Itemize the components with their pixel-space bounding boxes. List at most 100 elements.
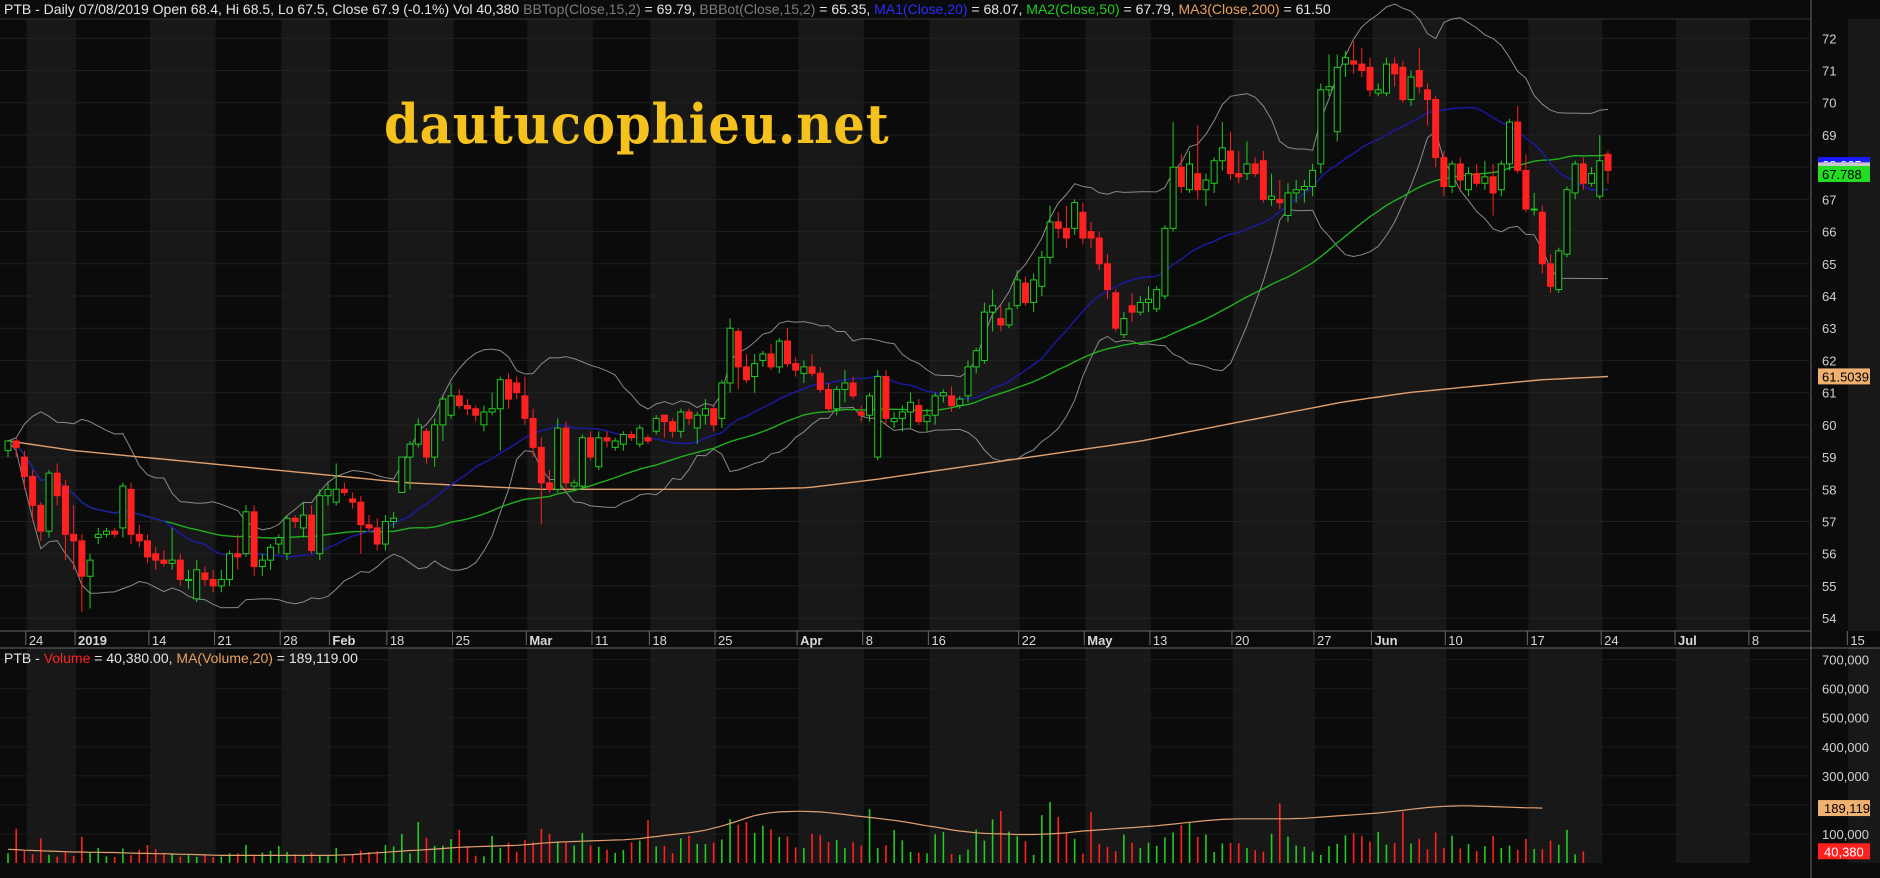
candle-up [1071, 202, 1079, 229]
candle-up [677, 411, 685, 432]
candle-down [1087, 231, 1095, 239]
candle-up [381, 520, 389, 545]
candle-up [1169, 166, 1177, 229]
candle-down [1177, 166, 1185, 187]
candle-down [825, 388, 832, 410]
candle-up [1120, 318, 1128, 336]
candle-up [866, 395, 874, 416]
candle-down [1547, 263, 1555, 287]
volume-band [1372, 648, 1447, 863]
candle-up [1202, 179, 1210, 191]
candle-down [135, 533, 143, 542]
header-ma2-label: MA2(Close,50) [1026, 1, 1120, 17]
candle-up [1325, 86, 1333, 91]
volume-header-value: = 40,380.00, [90, 650, 177, 666]
candle-down [422, 430, 430, 458]
date-tick-label: 13 [1153, 633, 1167, 648]
volume-ma-label: MA(Volume,20) [176, 650, 273, 666]
price-tag-label: 67.788 [1822, 167, 1862, 182]
candle-up [1153, 289, 1161, 310]
header-ma2-value: = 67.79, [1119, 1, 1179, 17]
candle-up [833, 388, 841, 410]
watermark-text: dautucophieu.net [384, 92, 890, 156]
candle-down [349, 498, 357, 503]
candle-down [537, 446, 545, 484]
date-tick-label: 8 [1752, 633, 1759, 648]
volume-header-label: Volume [43, 650, 91, 666]
candle-down [1235, 173, 1243, 178]
price-tick-label: 70 [1822, 96, 1836, 111]
candle-up [1374, 89, 1382, 94]
volume-band [281, 648, 331, 863]
date-tick-label: May [1087, 633, 1113, 648]
candle-down [53, 472, 61, 497]
candle-down [587, 437, 595, 458]
candle-up [701, 408, 709, 416]
candle-down [792, 363, 800, 371]
candle-up [86, 559, 94, 577]
candle-up [242, 511, 250, 555]
candle-down [250, 511, 258, 568]
candle-down [882, 376, 890, 419]
candle-up [1292, 189, 1300, 194]
candle-down [20, 456, 28, 477]
candle-down [603, 437, 611, 442]
candle-up [989, 305, 997, 313]
candle-down [669, 421, 677, 432]
candle-up [102, 530, 110, 535]
candle-up [578, 437, 586, 487]
candle-down [455, 395, 463, 407]
candle-up [1571, 163, 1579, 194]
candle-down [176, 559, 184, 580]
volume-tag-label: 189,119 [1824, 801, 1870, 816]
candle-down [1391, 63, 1399, 75]
candle-down [562, 427, 570, 484]
candle-up [1144, 298, 1152, 303]
candle-down [1522, 169, 1530, 210]
candle-down [710, 408, 718, 426]
candle-down [37, 504, 45, 532]
candle-down [505, 379, 513, 400]
candle-down [1432, 99, 1440, 159]
candle-up [226, 553, 234, 580]
candle-up [595, 437, 603, 468]
candle-up [488, 408, 496, 413]
candle-up [1317, 89, 1325, 165]
candle-up [964, 366, 972, 397]
candle-up [1300, 185, 1308, 191]
price-tick-label: 58 [1822, 482, 1836, 497]
candle-down [209, 578, 217, 587]
candle-down [70, 533, 78, 542]
candle-down [1194, 173, 1202, 191]
candle-up [1268, 195, 1276, 200]
header-symbol: PTB [4, 1, 32, 17]
price-tick-label: 56 [1822, 547, 1836, 562]
candle-up [1136, 301, 1144, 313]
date-tick-label: Mar [529, 633, 552, 648]
candle-down [234, 553, 242, 558]
candle-up [275, 537, 283, 545]
candle-down [1366, 66, 1374, 91]
date-tick-label: 2019 [78, 633, 107, 648]
candle-up [439, 398, 447, 426]
volume-band [1528, 648, 1603, 863]
candle-down [1456, 163, 1464, 181]
price-band [1848, 19, 1880, 631]
header-bbtop-label: BBTop(Close,15,2) [523, 1, 641, 17]
volume-tick-label: 300,000 [1822, 769, 1869, 784]
candle-up [390, 517, 398, 522]
price-tick-label: 57 [1822, 514, 1836, 529]
price-tick-label: 54 [1822, 611, 1836, 626]
price-tick-label: 61 [1822, 386, 1836, 401]
candle-down [660, 414, 668, 423]
candle-up [759, 353, 767, 361]
candle-up [1448, 163, 1456, 187]
candle-up [406, 443, 414, 458]
volume-band [149, 648, 216, 863]
date-tick-label: Feb [332, 633, 355, 648]
candle-up [1218, 147, 1226, 162]
candle-down [857, 411, 865, 416]
candle-up [1596, 160, 1604, 197]
date-tick-label: 20 [1235, 633, 1249, 648]
price-tick-label: 67 [1822, 192, 1836, 207]
